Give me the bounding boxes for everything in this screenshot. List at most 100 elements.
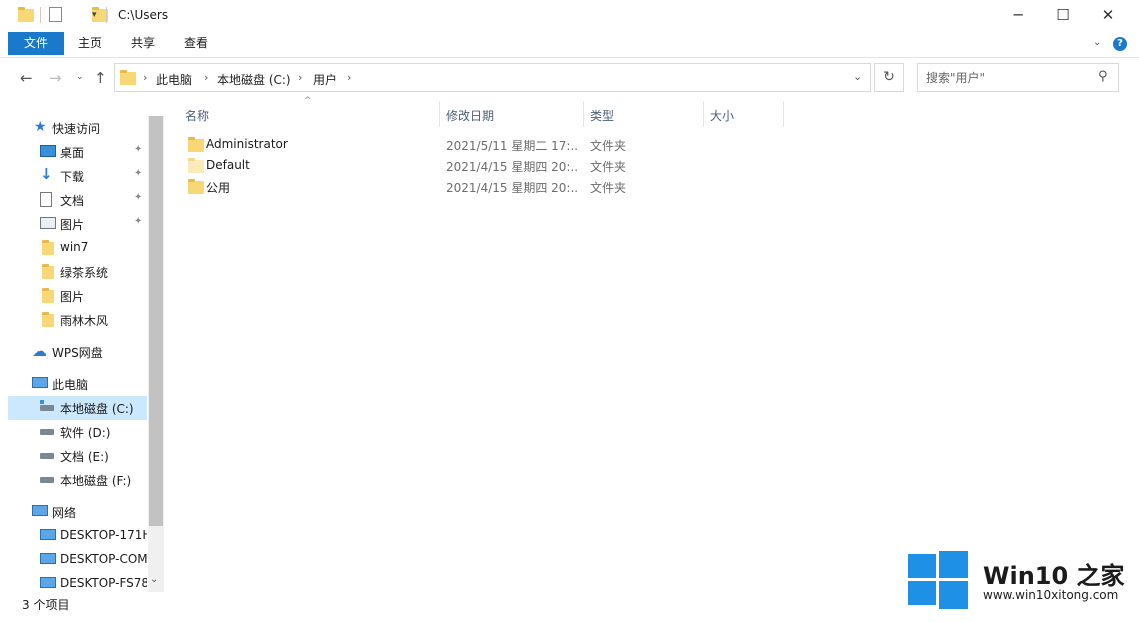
tab-home[interactable]: 主页 <box>70 32 110 55</box>
nav-label: WPS网盘 <box>52 346 103 360</box>
nav-item-documents[interactable]: 文档 ✦ <box>8 188 147 212</box>
nav-drive-f[interactable]: 本地磁盘 (F:) <box>8 468 147 492</box>
nav-item-downloads[interactable]: ↓ 下载 ✦ <box>8 164 147 188</box>
refresh-icon: ↻ <box>883 69 895 85</box>
pin-icon[interactable]: ✦ <box>134 192 142 203</box>
file-date: 2021/5/11 星期二 17:... <box>446 139 578 153</box>
tab-view[interactable]: 查看 <box>176 32 216 55</box>
column-header-size[interactable]: 大小 <box>710 107 734 124</box>
logo-pane <box>939 581 968 609</box>
nav-quick-access[interactable]: ★ 快速访问 <box>8 116 147 140</box>
nav-item-pictures-folder[interactable]: 图片 <box>8 284 147 308</box>
nav-scrollbar-thumb[interactable] <box>149 116 163 526</box>
drive-icon <box>40 477 54 483</box>
nav-item-lvcha[interactable]: 绿茶系统 <box>8 260 147 284</box>
ribbon-tabs: 文件 主页 共享 查看 ⌄ ? <box>0 30 1139 58</box>
column-header-type[interactable]: 类型 <box>590 107 614 124</box>
customize-toolbar-icon[interactable]: ▾ <box>92 10 97 20</box>
file-name: 公用 <box>206 181 231 195</box>
minimize-button[interactable]: ─ <box>995 0 1041 30</box>
file-type: 文件夹 <box>590 139 627 153</box>
search-icon[interactable]: ⚲ <box>1098 69 1108 84</box>
forward-arrow-icon[interactable]: → <box>49 69 62 87</box>
close-button[interactable]: ✕ <box>1085 0 1131 30</box>
download-icon: ↓ <box>40 165 53 183</box>
properties-icon[interactable] <box>49 7 62 22</box>
file-type: 文件夹 <box>590 181 627 195</box>
nav-this-pc[interactable]: 此电脑 <box>8 372 147 396</box>
scroll-down-icon[interactable]: ⌄ <box>150 574 158 585</box>
search-box[interactable]: ⚲ <box>917 63 1119 92</box>
file-name: Default <box>206 158 250 172</box>
nav-item-pictures[interactable]: 图片 ✦ <box>8 212 147 236</box>
column-divider[interactable] <box>783 101 784 127</box>
help-icon[interactable]: ? <box>1113 37 1127 51</box>
refresh-button[interactable]: ↻ <box>874 63 904 92</box>
pin-icon[interactable]: ✦ <box>134 144 142 155</box>
nav-drive-e[interactable]: 文档 (E:) <box>8 444 147 468</box>
table-row[interactable]: 公用 2021/4/15 星期四 20:... 文件夹 <box>181 176 781 197</box>
nav-label: 雨林木风 <box>60 314 109 328</box>
address-dropdown-icon[interactable]: ⌄ <box>853 70 862 83</box>
maximize-button[interactable]: ☐ <box>1040 0 1086 30</box>
search-input[interactable] <box>926 69 1086 86</box>
file-date: 2021/4/15 星期四 20:... <box>446 160 578 174</box>
pictures-icon <box>40 217 56 229</box>
nav-item-win7[interactable]: win7 <box>8 236 147 260</box>
column-header-date[interactable]: 修改日期 <box>446 107 494 124</box>
tab-file[interactable]: 文件 <box>8 32 64 55</box>
nav-wps-cloud[interactable]: ☁ WPS网盘 <box>8 340 147 364</box>
nav-network[interactable]: 网络 <box>8 500 147 524</box>
tab-share[interactable]: 共享 <box>123 32 163 55</box>
nav-item-desktop[interactable]: 桌面 ✦ <box>8 140 147 164</box>
folder-icon <box>18 7 34 22</box>
chevron-right-icon: › <box>347 71 352 84</box>
nav-drive-c[interactable]: 本地磁盘 (C:) <box>8 396 147 420</box>
title-bar: ▾ C:\Users ─ ☐ ✕ <box>0 0 1139 30</box>
nav-computer-1[interactable]: DESKTOP-171H <box>8 524 147 548</box>
column-divider[interactable] <box>703 101 704 127</box>
folder-icon <box>188 137 204 152</box>
nav-item-yulin[interactable]: 雨林木风 <box>8 308 147 332</box>
drive-icon <box>40 453 54 459</box>
logo-pane <box>939 551 968 578</box>
nav-computer-2[interactable]: DESKTOP-COM <box>8 548 147 572</box>
pin-icon[interactable]: ✦ <box>134 168 142 179</box>
expand-ribbon-icon[interactable]: ⌄ <box>1093 37 1101 48</box>
nav-label: 图片 <box>60 290 85 304</box>
breadcrumb-drive-c[interactable]: 本地磁盘 (C:) <box>217 71 291 88</box>
nav-label: win7 <box>60 240 89 254</box>
computer-icon <box>40 553 56 564</box>
breadcrumb-this-pc[interactable]: 此电脑 <box>156 71 192 88</box>
recent-locations-icon[interactable]: ⌄ <box>76 72 84 82</box>
back-arrow-icon[interactable]: ← <box>20 69 33 87</box>
nav-label: DESKTOP-FS78 <box>60 576 147 590</box>
table-row[interactable]: Default 2021/4/15 星期四 20:... 文件夹 <box>181 155 781 176</box>
network-icon <box>32 505 48 516</box>
address-bar[interactable]: › 此电脑 › 本地磁盘 (C:) › 用户 › ⌄ <box>114 63 871 92</box>
close-icon: ✕ <box>1101 6 1115 24</box>
file-date: 2021/4/15 星期四 20:... <box>446 181 578 195</box>
folder-icon <box>188 158 204 173</box>
nav-label: 网络 <box>52 506 77 520</box>
folder-icon <box>42 288 54 303</box>
nav-label: 软件 (D:) <box>60 426 111 440</box>
divider <box>106 7 107 23</box>
up-arrow-icon[interactable]: ↑ <box>94 69 107 87</box>
maximize-icon: ☐ <box>1056 6 1070 24</box>
window-title: C:\Users <box>118 8 169 22</box>
breadcrumb-users[interactable]: 用户 <box>313 71 337 88</box>
column-divider[interactable] <box>583 101 584 127</box>
table-row[interactable]: Administrator 2021/5/11 星期二 17:... 文件夹 <box>181 134 781 155</box>
drive-icon <box>40 429 54 435</box>
nav-drive-d[interactable]: 软件 (D:) <box>8 420 147 444</box>
nav-label: DESKTOP-COM <box>60 552 147 566</box>
nav-computer-3[interactable]: DESKTOP-FS78 <box>8 572 147 596</box>
pin-icon[interactable]: ✦ <box>134 216 142 227</box>
divider <box>40 7 41 23</box>
nav-label: 文档 (E:) <box>60 450 109 464</box>
column-divider[interactable] <box>439 101 440 127</box>
column-header-name[interactable]: 名称 <box>185 107 209 124</box>
chevron-right-icon: › <box>298 71 303 84</box>
sort-ascending-icon: ^ <box>304 96 312 106</box>
